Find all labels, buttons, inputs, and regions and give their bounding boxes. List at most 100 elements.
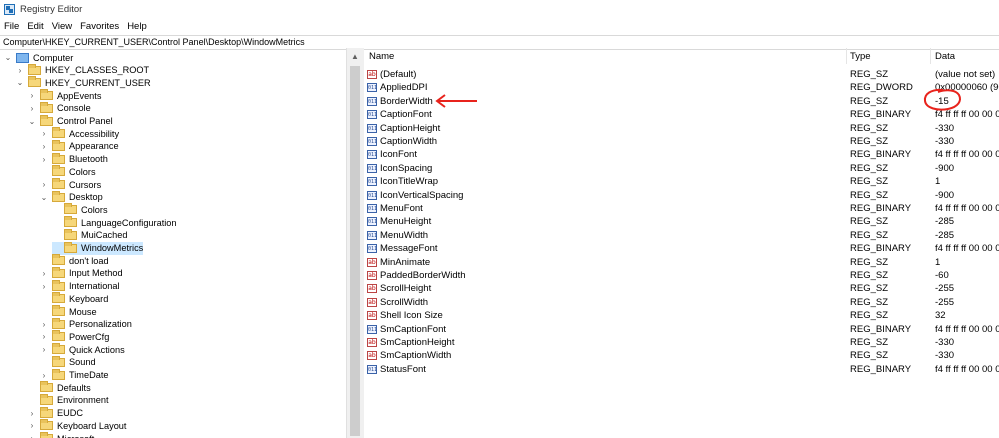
value-name: (Default)	[380, 69, 417, 80]
tree-item-label: HKEY_CURRENT_USER	[45, 77, 151, 88]
tree-item[interactable]: Sound	[40, 355, 96, 369]
binary-value-icon: 011	[367, 230, 378, 240]
tree-item[interactable]: Defaults	[28, 381, 91, 394]
tree-item[interactable]: › Console	[28, 101, 91, 115]
tree-item[interactable]: WindowMetrics	[52, 241, 144, 255]
tree-item[interactable]: ⌄ HKEY_CURRENT_USER	[16, 76, 151, 89]
tree-item[interactable]: ⌄ Computer	[4, 51, 73, 64]
scroll-up-icon[interactable]: ▲	[351, 52, 359, 61]
chevron-right-icon[interactable]: ›	[28, 91, 36, 100]
value-row[interactable]: 011 SmCaptionFont REG_BINARY f4 ff ff ff 00…	[364, 323, 999, 336]
value-name: IconFont	[380, 149, 417, 161]
tree-item[interactable]: › Quick Actions	[40, 343, 125, 356]
tree-item[interactable]: Environment	[28, 393, 109, 407]
chevron-right-icon[interactable]: ›	[40, 332, 48, 341]
value-row[interactable]: ab (Default) REG_SZ (value not set)	[364, 68, 999, 81]
column-divider[interactable]	[930, 48, 931, 64]
tree-item[interactable]: › International	[40, 279, 120, 293]
menu-view[interactable]: View	[52, 21, 72, 32]
binary-value-icon: 011	[367, 150, 378, 160]
column-divider[interactable]	[846, 48, 847, 64]
chevron-right-icon[interactable]: ›	[28, 104, 36, 113]
chevron-right-icon[interactable]: ›	[40, 345, 48, 354]
tree-item[interactable]: Colors	[52, 203, 108, 216]
scrollbar-thumb[interactable]	[350, 66, 360, 436]
chevron-right-icon[interactable]: ›	[40, 371, 48, 380]
tree-item[interactable]: › Personalization	[40, 317, 132, 331]
chevron-right-icon[interactable]: ›	[40, 282, 48, 291]
value-row[interactable]: ab ScrollWidth REG_SZ -255	[364, 296, 999, 309]
value-data: -330	[935, 136, 955, 147]
value-row[interactable]: ab ScrollHeight REG_SZ -255	[364, 282, 999, 295]
value-name-cell: 011 MenuHeight	[367, 215, 431, 228]
menu-help[interactable]: Help	[127, 21, 147, 32]
chevron-right-icon[interactable]: ›	[40, 320, 48, 329]
tree-item[interactable]: › TimeDate	[40, 368, 108, 382]
tree-item[interactable]: › Microsoft	[28, 432, 94, 438]
tree-item[interactable]: › Cursors	[40, 178, 101, 191]
tree-item[interactable]: ⌄ Control Panel	[28, 114, 113, 128]
column-header-data[interactable]: Data	[935, 51, 955, 62]
tree-item[interactable]: › Input Method	[40, 266, 123, 280]
value-name: MenuWidth	[380, 229, 429, 241]
tree-item[interactable]: Keyboard	[40, 292, 108, 305]
chevron-right-icon[interactable]: ›	[40, 269, 48, 278]
tree-item[interactable]: › Keyboard Layout	[28, 419, 126, 432]
chevron-right-icon[interactable]: ›	[28, 421, 36, 430]
tree-item[interactable]: › AppEvents	[28, 89, 101, 102]
menu-edit[interactable]: Edit	[27, 21, 43, 32]
value-row[interactable]: 011 MessageFont REG_BINARY f4 ff ff ff 00 0…	[364, 242, 999, 255]
tree-item[interactable]: don't load	[40, 254, 109, 267]
tree-item-label: Computer	[33, 52, 74, 63]
tree-item[interactable]: LanguageConfiguration	[52, 216, 177, 229]
value-row[interactable]: ab MinAnimate REG_SZ 1	[364, 256, 999, 269]
tree-item-label: Bluetooth	[69, 154, 108, 165]
chevron-down-icon[interactable]: ⌄	[16, 78, 24, 87]
value-type: REG_SZ	[850, 283, 889, 295]
value-row[interactable]: 011 StatusFont REG_BINARY f4 ff ff ff 00 00…	[364, 363, 999, 376]
chevron-down-icon[interactable]: ⌄	[4, 53, 12, 62]
chevron-right-icon[interactable]: ›	[40, 129, 48, 138]
value-row[interactable]: 011 IconFont REG_BINARY f4 ff ff ff 00 00 0…	[364, 148, 999, 161]
value-row[interactable]: ab SmCaptionHeight REG_SZ -330	[364, 336, 999, 349]
tree-item-label: AppEvents	[57, 90, 102, 101]
tree-item[interactable]: › Accessibility	[40, 127, 119, 140]
menu-file[interactable]: File	[4, 21, 19, 32]
tree-item[interactable]: Mouse	[40, 305, 97, 318]
tree-item[interactable]: › Bluetooth	[40, 152, 108, 166]
value-row[interactable]: 011 MenuFont REG_BINARY f4 ff ff ff 00 00 0…	[364, 202, 999, 215]
tree-item[interactable]: MuiCached	[52, 228, 127, 242]
tree-item[interactable]: › Appearance	[40, 139, 119, 153]
tree-item[interactable]: ⌄ Desktop	[40, 190, 103, 204]
value-row[interactable]: 011 MenuWidth REG_SZ -285	[364, 229, 999, 242]
chevron-right-icon[interactable]: ›	[40, 155, 48, 164]
value-row[interactable]: ab PaddedBorderWidth REG_SZ -60	[364, 269, 999, 282]
tree-item[interactable]: › EUDC	[28, 406, 83, 420]
value-row[interactable]: 011 MenuHeight REG_SZ -285	[364, 215, 999, 228]
chevron-right-icon[interactable]: ›	[40, 142, 48, 151]
value-row[interactable]: 011 CaptionFont REG_BINARY f4 ff ff ff 00 0…	[364, 108, 999, 121]
value-row[interactable]: 011 CaptionHeight REG_SZ -330	[364, 122, 999, 135]
chevron-right-icon[interactable]: ›	[40, 180, 48, 189]
value-row[interactable]: ab Shell Icon Size REG_SZ 32	[364, 309, 999, 322]
binary-value-icon: 011	[367, 96, 378, 106]
value-name-cell: 011 AppliedDPI	[367, 81, 428, 94]
column-header-name[interactable]: Name	[369, 51, 394, 62]
tree-scrollbar[interactable]: ▲	[346, 48, 364, 438]
tree-item[interactable]: Colors	[40, 165, 96, 178]
chevron-right-icon[interactable]: ›	[16, 66, 24, 75]
chevron-down-icon[interactable]: ⌄	[40, 193, 48, 202]
chevron-right-icon[interactable]: ›	[28, 409, 36, 418]
value-row[interactable]: 011 IconTitleWrap REG_SZ 1	[364, 175, 999, 188]
value-row[interactable]: ab SmCaptionWidth REG_SZ -330	[364, 349, 999, 362]
value-row[interactable]: 011 CaptionWidth REG_SZ -330	[364, 135, 999, 148]
value-row[interactable]: 011AppliedDPIREG_DWORD0x00000060 (96)	[364, 81, 999, 94]
menu-favorites[interactable]: Favorites	[80, 21, 119, 32]
chevron-right-icon[interactable]: ›	[28, 434, 36, 438]
tree-item[interactable]: › HKEY_CLASSES_ROOT	[16, 63, 149, 77]
tree-item[interactable]: › PowerCfg	[40, 330, 109, 343]
column-header-type[interactable]: Type	[850, 51, 871, 62]
chevron-down-icon[interactable]: ⌄	[28, 117, 36, 126]
value-row[interactable]: 011 IconVerticalSpacing REG_SZ -900	[364, 189, 999, 202]
value-row[interactable]: 011 IconSpacing REG_SZ -900	[364, 162, 999, 175]
